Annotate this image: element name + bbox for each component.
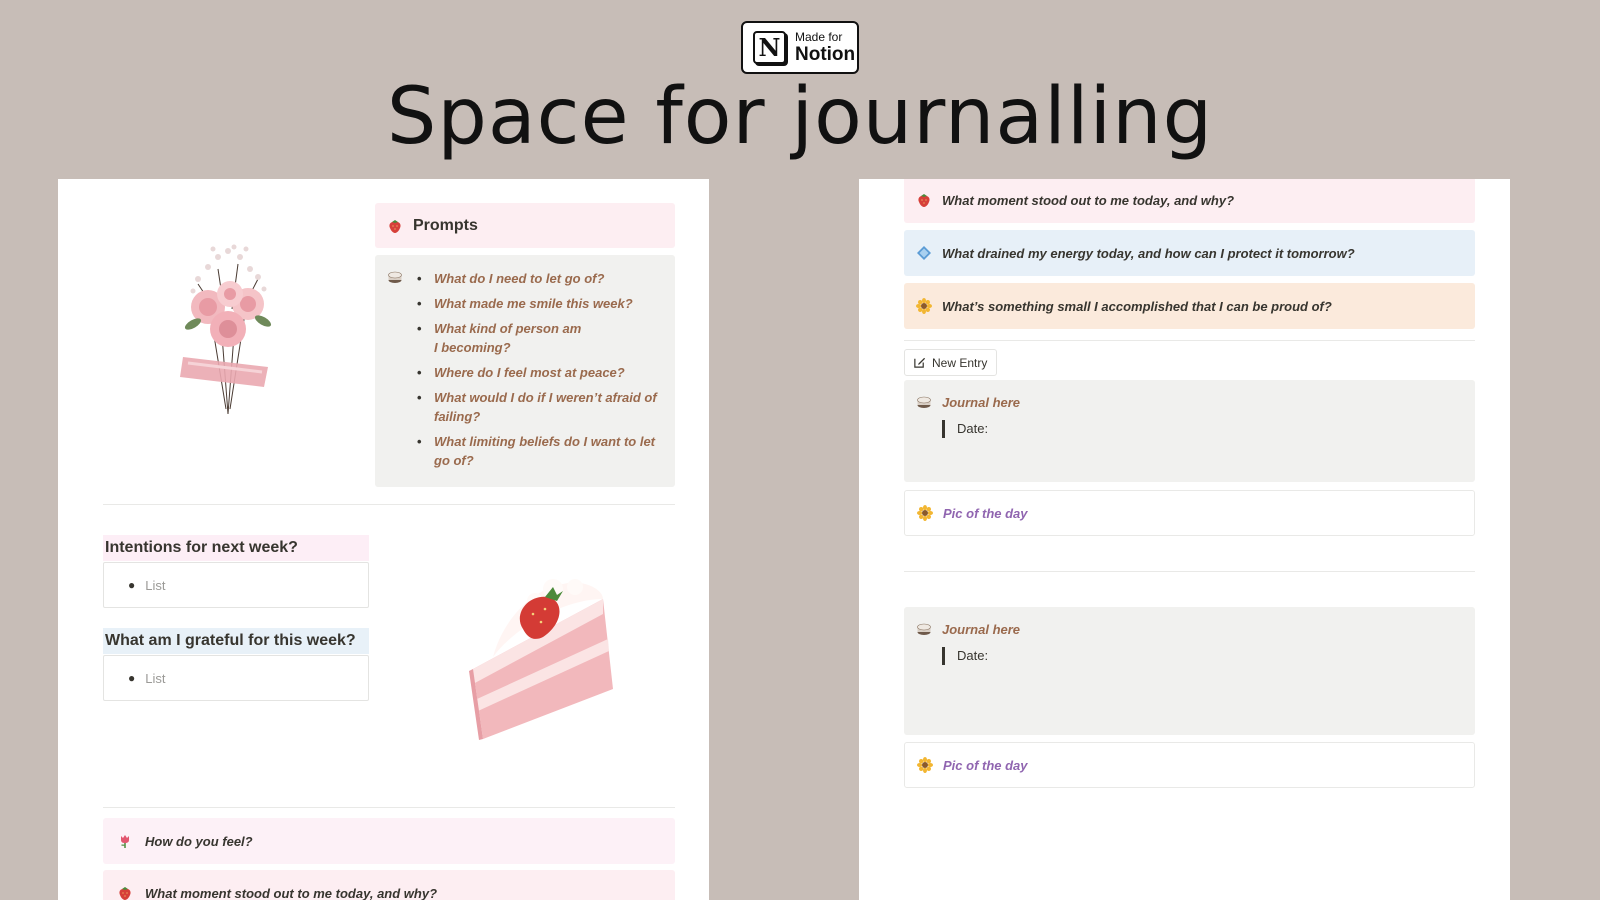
badge-line2: Notion (795, 44, 856, 65)
intentions-placeholder: List (145, 577, 166, 593)
prompt-item[interactable]: What kind of person am I becoming? (417, 319, 587, 357)
diamond-icon (916, 245, 932, 261)
made-for-notion-badge: N Made for Notion (741, 21, 859, 74)
pic-of-the-day-block[interactable]: Pic of the day (904, 490, 1475, 536)
cake-icon (387, 269, 403, 285)
journal-header: Journal here (916, 394, 1463, 410)
strawberry-icon (916, 192, 932, 208)
prompt-item[interactable]: What do I need to let go of? (417, 269, 661, 288)
callout-text: What’s something small I accomplished th… (942, 298, 1332, 314)
pic-label: Pic of the day (943, 757, 1028, 773)
grateful-list-box[interactable]: ● List (103, 655, 369, 701)
pic-label: Pic of the day (943, 505, 1028, 521)
journal-block[interactable]: Journal here Date: (904, 607, 1475, 735)
feel-callout[interactable]: How do you feel? (103, 818, 675, 864)
moment-callout[interactable]: What moment stood out to me today, and w… (103, 870, 675, 900)
edit-icon (914, 357, 926, 368)
journal-block[interactable]: Journal here Date: (904, 380, 1475, 482)
tulip-icon (117, 833, 133, 849)
moment-callout[interactable]: What moment stood out to me today, and w… (904, 179, 1475, 223)
new-entry-button[interactable]: New Entry (904, 349, 997, 376)
energy-callout[interactable]: What drained my energy today, and how ca… (904, 230, 1475, 276)
prompt-item[interactable]: What limiting beliefs do I want to let g… (417, 432, 661, 470)
right-notion-page: What moment stood out to me today, and w… (859, 179, 1510, 900)
bullet-dot: ● (128, 578, 136, 592)
prompt-item[interactable]: What made me smile this week? (417, 294, 661, 313)
date-field[interactable]: Date: (942, 647, 1463, 665)
callout-text: What drained my energy today, and how ca… (942, 245, 1355, 261)
notion-logo-icon: N (753, 31, 786, 64)
divider (103, 807, 675, 808)
journal-label: Journal here (942, 621, 1021, 637)
prompts-list-block[interactable]: What do I need to let go of? What made m… (375, 255, 675, 487)
sunflower-icon (916, 298, 932, 314)
new-entry-label: New Entry (932, 355, 988, 370)
badge-line1: Made for (795, 30, 843, 44)
cake-icon (916, 621, 932, 637)
grateful-placeholder: List (145, 670, 166, 686)
grateful-heading: What am I grateful for this week? (103, 628, 369, 654)
prompts-header[interactable]: Prompts (375, 203, 675, 248)
prompt-item[interactable]: What would I do if I weren’t afraid of f… (417, 388, 661, 426)
prompt-item[interactable]: Where do I feel most at peace? (417, 363, 661, 382)
strawberry-icon (117, 885, 133, 900)
left-notion-page: Prompts What do I need to let go of? Wha… (58, 179, 709, 900)
strawberry-cake-image (469, 579, 613, 740)
intentions-list-box[interactable]: ● List (103, 562, 369, 608)
prompts-title: Prompts (413, 216, 478, 234)
bullet-dot: ● (128, 671, 136, 685)
divider (103, 504, 675, 505)
badge-text: Made for Notion (795, 31, 855, 64)
journal-header: Journal here (916, 621, 1463, 637)
sunflower-icon (917, 505, 933, 521)
cake-icon (916, 394, 932, 410)
callout-text: What moment stood out to me today, and w… (145, 885, 438, 900)
intentions-heading: Intentions for next week? (103, 535, 369, 561)
prompts-list: What do I need to let go of? What made m… (417, 269, 661, 487)
journal-label: Journal here (942, 394, 1021, 410)
callout-text: What moment stood out to me today, and w… (942, 192, 1235, 208)
strawberry-icon (387, 218, 403, 234)
flower-bouquet-image (180, 244, 272, 415)
divider (904, 340, 1475, 341)
sunflower-icon (917, 757, 933, 773)
callout-text: How do you feel? (145, 833, 253, 849)
pic-of-the-day-block[interactable]: Pic of the day (904, 742, 1475, 788)
accomplishment-callout[interactable]: What’s something small I accomplished th… (904, 283, 1475, 329)
date-field[interactable]: Date: (942, 420, 1463, 438)
page-headline: Space for journalling (386, 72, 1214, 162)
divider (904, 571, 1475, 572)
